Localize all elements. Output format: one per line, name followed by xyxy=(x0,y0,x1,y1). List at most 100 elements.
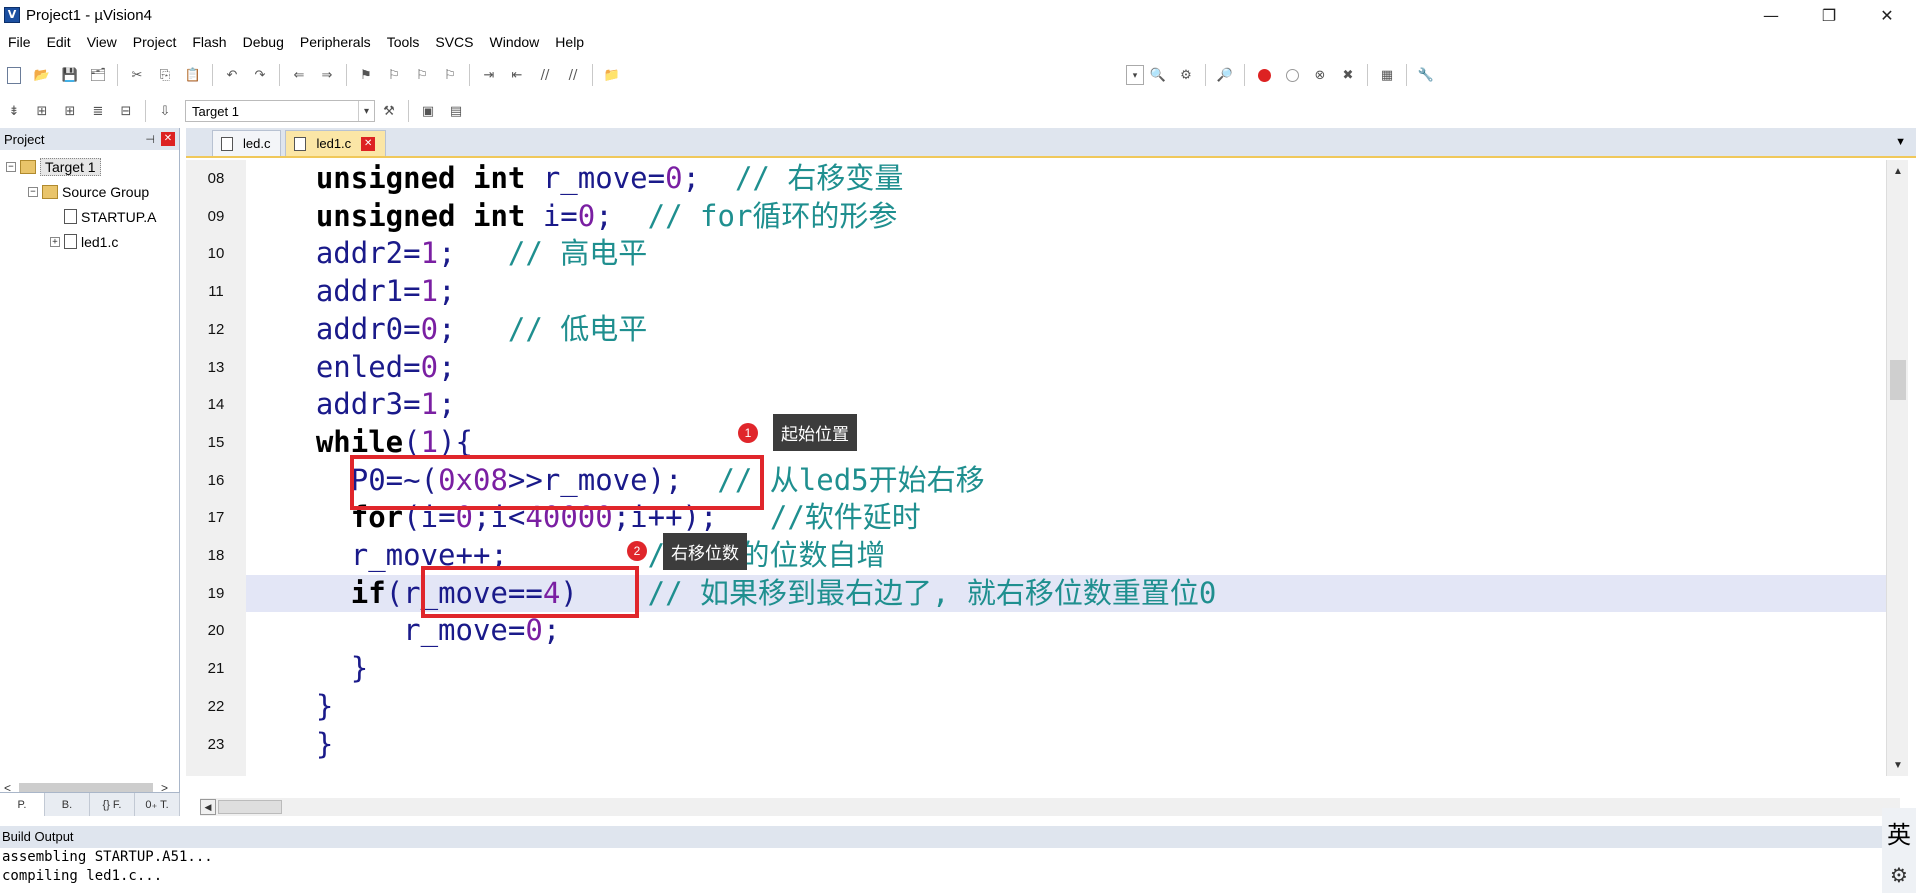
tree-item-source-group[interactable]: − Source Group xyxy=(0,179,179,204)
close-window-button[interactable]: ✕ xyxy=(1858,0,1916,30)
pin-icon[interactable]: ⊣ xyxy=(145,133,155,146)
restore-button[interactable]: ❐ xyxy=(1800,0,1858,30)
target-icon xyxy=(20,159,36,174)
code-line[interactable]: addr1=1; xyxy=(246,273,1886,311)
nav-back-icon[interactable]: ⇐ xyxy=(288,64,310,86)
code-line[interactable]: enled=0; xyxy=(246,349,1886,387)
menu-debug[interactable]: Debug xyxy=(235,30,292,54)
scroll-left-icon[interactable]: ◀ xyxy=(200,799,216,815)
configure-icon[interactable]: 🔧 xyxy=(1415,64,1437,86)
scroll-up-icon[interactable]: ▲ xyxy=(1887,160,1909,182)
kill-breakpoints-icon[interactable]: ✖ xyxy=(1337,64,1359,86)
indent-icon[interactable]: ⇥ xyxy=(478,64,500,86)
expand-icon[interactable]: + xyxy=(50,236,60,247)
batch-build-icon[interactable]: ≣ xyxy=(87,100,109,122)
save-icon[interactable]: 💾 xyxy=(59,64,81,86)
scroll-thumb[interactable] xyxy=(1890,360,1906,400)
tree-item-led1[interactable]: + led1.c xyxy=(0,229,179,254)
code-line[interactable]: } xyxy=(246,650,1886,688)
tree-item-label: Source Group xyxy=(62,183,150,200)
tree-item-startup[interactable]: STARTUP.A xyxy=(0,204,179,229)
window-layout-icon[interactable]: ▦ xyxy=(1376,64,1398,86)
uncomment-icon[interactable]: // xyxy=(562,64,584,86)
tab-templates[interactable]: 0₊ T. xyxy=(135,793,180,816)
scroll-down-icon[interactable]: ▼ xyxy=(1887,754,1909,776)
menu-project[interactable]: Project xyxy=(125,30,185,54)
line-number: 22 xyxy=(207,697,225,715)
save-all-icon[interactable]: 🗂 xyxy=(87,64,109,86)
unindent-icon[interactable]: ⇤ xyxy=(506,64,528,86)
comment-icon[interactable]: // xyxy=(534,64,556,86)
code-line[interactable]: addr3=1; xyxy=(246,386,1886,424)
build-icon[interactable]: ⊞ xyxy=(31,100,53,122)
minimize-button[interactable]: — xyxy=(1742,0,1800,30)
target-options-icon[interactable]: ⚒ xyxy=(378,100,400,122)
menu-view[interactable]: View xyxy=(79,30,125,54)
find-combo-dropdown[interactable]: ▾ xyxy=(1126,65,1144,85)
clear-bookmarks-icon[interactable]: ⚐ xyxy=(439,64,461,86)
disable-breakpoints-icon[interactable]: ⊗ xyxy=(1309,64,1331,86)
manage-components-icon[interactable]: ▣ xyxy=(417,100,439,122)
file-icon xyxy=(221,136,233,151)
open-file-icon[interactable]: 📂 xyxy=(31,64,53,86)
menu-file[interactable]: File xyxy=(0,30,39,54)
copy-icon[interactable]: ⎘ xyxy=(154,64,176,86)
editor-horizontal-scrollbar[interactable]: ◀ xyxy=(200,798,1900,816)
tabs-dropdown-icon[interactable]: ▼ xyxy=(1895,136,1906,148)
target-select[interactable]: Target 1 ▾ xyxy=(185,100,375,122)
ime-indicator[interactable]: 英 ⚙ xyxy=(1882,808,1916,893)
editor-vertical-scrollbar[interactable]: ▲ ▼ xyxy=(1886,160,1908,776)
paste-icon[interactable]: 📋 xyxy=(182,64,204,86)
chevron-down-icon[interactable]: ▾ xyxy=(358,101,374,121)
code-line[interactable]: addr2=1; // 高电平 xyxy=(246,235,1886,273)
bookmark-icon[interactable]: ⚑ xyxy=(355,64,377,86)
debug-session-icon[interactable]: 🔎 xyxy=(1214,64,1236,86)
tab-books[interactable]: B. xyxy=(45,793,90,816)
code-line[interactable]: } xyxy=(246,688,1886,726)
ime-language-label[interactable]: 英 xyxy=(1887,815,1911,850)
collapse-icon[interactable]: − xyxy=(28,186,38,197)
tab-led-c[interactable]: led.c xyxy=(212,130,282,156)
translate-icon[interactable]: ⇟ xyxy=(3,100,25,122)
close-panel-icon[interactable]: ✕ xyxy=(161,132,175,146)
incremental-find-icon[interactable]: ⚙ xyxy=(1175,64,1197,86)
tree-item-target[interactable]: − Target 1 xyxy=(0,154,179,179)
line-number: 23 xyxy=(207,735,225,753)
enable-breakpoint-icon[interactable] xyxy=(1281,64,1303,86)
rebuild-icon[interactable]: ⊞ xyxy=(59,100,81,122)
download-icon[interactable]: ⇩ xyxy=(154,100,176,122)
code-line[interactable]: r_move=0; xyxy=(246,612,1886,650)
code-line[interactable]: addr0=0; // 低电平 xyxy=(246,311,1886,349)
menu-help[interactable]: Help xyxy=(547,30,592,54)
file-extensions-icon[interactable]: ▤ xyxy=(445,100,467,122)
menu-edit[interactable]: Edit xyxy=(39,30,79,54)
menu-window[interactable]: Window xyxy=(482,30,548,54)
stop-build-icon[interactable]: ⊟ xyxy=(115,100,137,122)
scroll-thumb[interactable] xyxy=(218,800,282,814)
find-icon[interactable]: 🔍 xyxy=(1147,64,1169,86)
prev-bookmark-icon[interactable]: ⚐ xyxy=(383,64,405,86)
tab-led1-c[interactable]: led1.c ✕ xyxy=(285,130,387,156)
next-bookmark-icon[interactable]: ⚐ xyxy=(411,64,433,86)
cut-icon[interactable]: ✂ xyxy=(126,64,148,86)
tab-functions[interactable]: {} F. xyxy=(90,793,135,816)
code-line[interactable]: } xyxy=(246,726,1886,764)
highlight-box-start-position xyxy=(350,455,764,510)
undo-icon[interactable]: ↶ xyxy=(221,64,243,86)
nav-forward-icon[interactable]: ⇒ xyxy=(316,64,338,86)
close-tab-icon[interactable]: ✕ xyxy=(361,136,376,151)
tab-project[interactable]: P. xyxy=(0,793,45,816)
menu-flash[interactable]: Flash xyxy=(184,30,234,54)
insert-breakpoint-icon[interactable] xyxy=(1253,64,1275,86)
code-line[interactable]: unsigned int r_move=0; // 右移变量 xyxy=(246,160,1886,198)
build-toolbar: ⇟ ⊞ ⊞ ≣ ⊟ ⇩ Target 1 ▾ ⚒ ▣ ▤ xyxy=(0,95,1916,127)
collapse-icon[interactable]: − xyxy=(6,161,16,172)
menu-peripherals[interactable]: Peripherals xyxy=(292,30,379,54)
new-file-icon[interactable] xyxy=(3,64,25,86)
code-line[interactable]: unsigned int i=0; // for循环的形参 xyxy=(246,198,1886,236)
redo-icon[interactable]: ↷ xyxy=(249,64,271,86)
gear-icon[interactable]: ⚙ xyxy=(1890,863,1908,887)
menu-svcs[interactable]: SVCS xyxy=(427,30,481,54)
menu-tools[interactable]: Tools xyxy=(379,30,428,54)
find-in-files-icon[interactable]: 📁 xyxy=(601,64,623,86)
